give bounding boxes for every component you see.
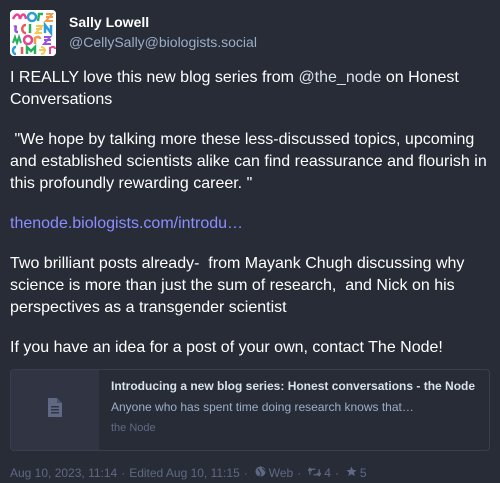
status-content: I REALLY love this new blog series from … xyxy=(10,67,490,359)
display-name[interactable]: Sally Lowell xyxy=(69,13,257,31)
separator-dot: · xyxy=(297,466,302,480)
card-description: Anyone who has spent time doing research… xyxy=(111,400,414,414)
blog-link[interactable]: thenode.biologists.com/introdu… xyxy=(10,215,243,232)
status-header: Sally Lowell @CellySally@biologists.soci… xyxy=(10,10,490,56)
intro-text: I REALLY love this new blog series from xyxy=(10,69,299,86)
retweet-icon xyxy=(307,465,322,481)
favourite-count: 5 xyxy=(359,466,367,480)
star-icon xyxy=(346,465,357,481)
document-icon xyxy=(47,398,63,422)
paragraph-intro: I REALLY love this new blog series from … xyxy=(10,67,490,111)
paragraph-posts: Two brilliant posts already- from Mayank… xyxy=(10,255,469,316)
card-body: Introducing a new blog series: Honest co… xyxy=(99,370,487,450)
account-handle[interactable]: @CellySally@biologists.social xyxy=(69,33,257,51)
author-names: Sally Lowell @CellySally@biologists.soci… xyxy=(69,10,257,51)
card-thumbnail xyxy=(11,370,99,450)
created-timestamp[interactable]: Aug 10, 2023, 11:14 xyxy=(10,465,117,481)
card-title: Introducing a new blog series: Honest co… xyxy=(111,379,476,393)
separator-dot: · xyxy=(243,466,248,480)
paragraph-contact: If you have an idea for a post of your o… xyxy=(10,339,443,356)
status-post: Sally Lowell @CellySally@biologists.soci… xyxy=(10,10,490,481)
separator-dot: · xyxy=(334,466,339,480)
paragraph-quote: "We hope by talking more these less-disc… xyxy=(10,131,492,192)
globe-icon xyxy=(255,465,266,481)
separator-dot: · xyxy=(121,466,126,480)
avatar-image xyxy=(10,10,56,56)
paragraph-link: thenode.biologists.com/introdu… xyxy=(10,213,490,235)
application-name: Web xyxy=(268,466,294,480)
card-provider: the Node xyxy=(111,422,156,434)
mention-link[interactable]: @the_node xyxy=(298,69,381,86)
avatar[interactable] xyxy=(10,10,56,56)
link-preview-card[interactable]: Introducing a new blog series: Honest co… xyxy=(10,369,490,451)
status-meta: Aug 10, 2023, 11:14 · Edited Aug 10, 11:… xyxy=(10,465,490,481)
boost-count: 4 xyxy=(324,466,331,480)
edited-timestamp[interactable]: Edited Aug 10, 11:15 xyxy=(129,465,240,481)
